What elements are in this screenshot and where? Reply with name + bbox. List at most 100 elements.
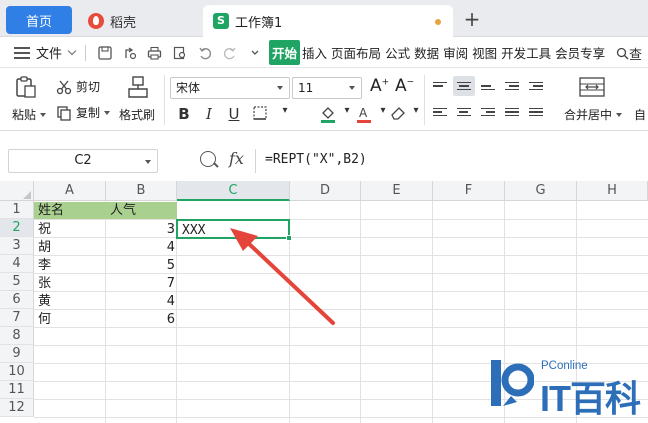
docer-icon bbox=[88, 13, 104, 29]
customize-dropdown-icon[interactable] bbox=[242, 42, 267, 64]
fx-icon[interactable]: fx bbox=[229, 149, 244, 168]
increase-font-button[interactable]: A+ bbox=[370, 76, 389, 96]
align-left-button[interactable] bbox=[429, 102, 451, 122]
tab-docer[interactable]: 稻壳 bbox=[80, 5, 190, 37]
italic-icon: I bbox=[206, 105, 212, 123]
cut-button[interactable]: 剪切 bbox=[56, 78, 100, 95]
watermark-title: IT百科 bbox=[540, 378, 641, 419]
formula-bar: C2 fx =REPT("X",B2) bbox=[0, 147, 648, 175]
bold-icon: B bbox=[178, 105, 190, 123]
chevron-down-icon bbox=[349, 86, 355, 90]
format-painter-button[interactable]: 格式刷 bbox=[119, 106, 155, 123]
name-box-value: C2 bbox=[74, 153, 92, 168]
distributed-button[interactable] bbox=[525, 102, 547, 122]
menu-item-review[interactable]: 审阅 bbox=[441, 43, 470, 62]
export-icon[interactable] bbox=[117, 42, 142, 64]
font-name-value: 宋体 bbox=[176, 81, 201, 95]
save-icon[interactable] bbox=[92, 42, 117, 64]
tab-home-label: 首页 bbox=[25, 14, 52, 30]
menu-item-view[interactable]: 视图 bbox=[470, 43, 499, 62]
search-label: 查 bbox=[628, 48, 642, 63]
menu-item-data[interactable]: 数据 bbox=[412, 43, 441, 62]
underline-button[interactable]: U bbox=[224, 105, 244, 123]
paste-dropdown-icon bbox=[40, 112, 47, 117]
fill-color-button[interactable] bbox=[318, 105, 338, 123]
clear-dropdown-icon[interactable]: ▾ bbox=[406, 105, 426, 123]
auto-wrap-label: 自 bbox=[634, 108, 647, 122]
merge-cells-icon[interactable] bbox=[578, 75, 606, 102]
menu-item-formulas[interactable]: 公式 bbox=[383, 43, 412, 62]
tab-home[interactable]: 首页 bbox=[6, 6, 72, 34]
border-dropdown-icon[interactable]: ▾ bbox=[275, 105, 295, 123]
font-size-value: 11 bbox=[298, 81, 314, 95]
unsaved-dot-icon bbox=[435, 19, 441, 25]
tab-docer-label: 稻壳 bbox=[110, 15, 137, 31]
format-painter-icon[interactable] bbox=[127, 75, 149, 102]
font-shrink-icon: A− bbox=[395, 76, 415, 96]
pconline-logo-icon bbox=[491, 360, 534, 406]
divider bbox=[85, 44, 87, 61]
menu-items: 开始 插入 页面布局 公式 数据 审阅 视图 开发工具 会员专享 bbox=[269, 40, 607, 65]
formula-input[interactable]: =REPT("X",B2) bbox=[255, 149, 648, 173]
menu-item-member[interactable]: 会员专享 bbox=[553, 43, 607, 62]
print-preview-icon[interactable] bbox=[167, 42, 192, 64]
bold-button[interactable]: B bbox=[174, 105, 194, 123]
name-box[interactable]: C2 bbox=[8, 149, 158, 173]
clear-button[interactable] bbox=[388, 105, 408, 123]
hamburger-menu-icon[interactable] bbox=[14, 46, 30, 59]
copy-label: 复制 bbox=[76, 106, 101, 120]
new-tab-plus-icon[interactable]: + bbox=[462, 7, 482, 31]
border-icon bbox=[253, 106, 267, 120]
svg-text:A: A bbox=[359, 106, 368, 120]
align-middle-button[interactable] bbox=[453, 76, 475, 96]
zoom-icon[interactable] bbox=[200, 151, 216, 167]
divider bbox=[424, 75, 425, 125]
search-icon bbox=[616, 47, 629, 60]
spreadsheet-icon: S bbox=[213, 13, 229, 29]
align-top-button[interactable] bbox=[429, 76, 451, 96]
copy-button[interactable]: 复制 bbox=[56, 104, 111, 121]
divider bbox=[164, 75, 165, 125]
decrease-font-button[interactable]: A− bbox=[395, 76, 414, 96]
italic-button[interactable]: I bbox=[199, 105, 219, 123]
tab-workbook-label: 工作簿1 bbox=[235, 15, 283, 31]
border-button[interactable] bbox=[250, 105, 270, 123]
menu-item-insert[interactable]: 插入 bbox=[300, 43, 329, 62]
merge-dropdown-icon bbox=[616, 112, 623, 117]
font-grow-icon: A+ bbox=[370, 76, 390, 96]
merge-center-button[interactable]: 合并居中 bbox=[564, 106, 623, 123]
print-icon[interactable] bbox=[142, 42, 167, 64]
cut-label: 剪切 bbox=[76, 80, 101, 94]
font-name-select[interactable]: 宋体 bbox=[170, 77, 290, 99]
chevron-down-icon bbox=[277, 86, 283, 90]
menu-bar: 文件 开始 插入 页面布局 公式 数据 审阅 视图 开发工具 会员专享 查 bbox=[0, 38, 648, 68]
align-center-button[interactable] bbox=[453, 102, 475, 122]
paste-label: 粘贴 bbox=[12, 108, 37, 122]
decrease-indent-button[interactable] bbox=[501, 76, 523, 96]
font-color-icon: A bbox=[357, 106, 371, 123]
menu-item-developer[interactable]: 开发工具 bbox=[499, 43, 553, 62]
search-button[interactable]: 查 bbox=[616, 44, 642, 63]
undo-icon[interactable] bbox=[192, 42, 217, 64]
eraser-icon bbox=[391, 107, 405, 120]
align-right-button[interactable] bbox=[477, 102, 499, 122]
chevron-down-icon bbox=[67, 46, 77, 55]
paste-icon[interactable] bbox=[14, 75, 38, 102]
font-color-button[interactable]: A bbox=[354, 105, 374, 123]
redo-icon[interactable] bbox=[217, 42, 242, 64]
increase-indent-button[interactable] bbox=[525, 76, 547, 96]
menu-item-home[interactable]: 开始 bbox=[269, 40, 301, 65]
scissors-icon bbox=[56, 80, 72, 94]
file-menu[interactable]: 文件 bbox=[36, 43, 77, 62]
tab-workbook[interactable]: S 工作簿1 bbox=[203, 5, 453, 37]
font-size-select[interactable]: 11 bbox=[292, 77, 362, 99]
justify-button[interactable] bbox=[501, 102, 523, 122]
underline-icon: U bbox=[228, 105, 240, 123]
paste-button[interactable]: 粘贴 bbox=[12, 106, 47, 123]
chevron-down-icon bbox=[145, 160, 151, 164]
ribbon-toolbar: 粘贴 剪切 复制 格式刷 宋体 11 A+ A− B I U ▾ ▾ A ▾ ▾… bbox=[0, 69, 648, 131]
fill-bucket-icon bbox=[321, 107, 335, 123]
auto-wrap-button[interactable]: 自 bbox=[634, 106, 646, 123]
menu-item-page-layout[interactable]: 页面布局 bbox=[329, 43, 383, 62]
align-bottom-button[interactable] bbox=[477, 76, 499, 96]
